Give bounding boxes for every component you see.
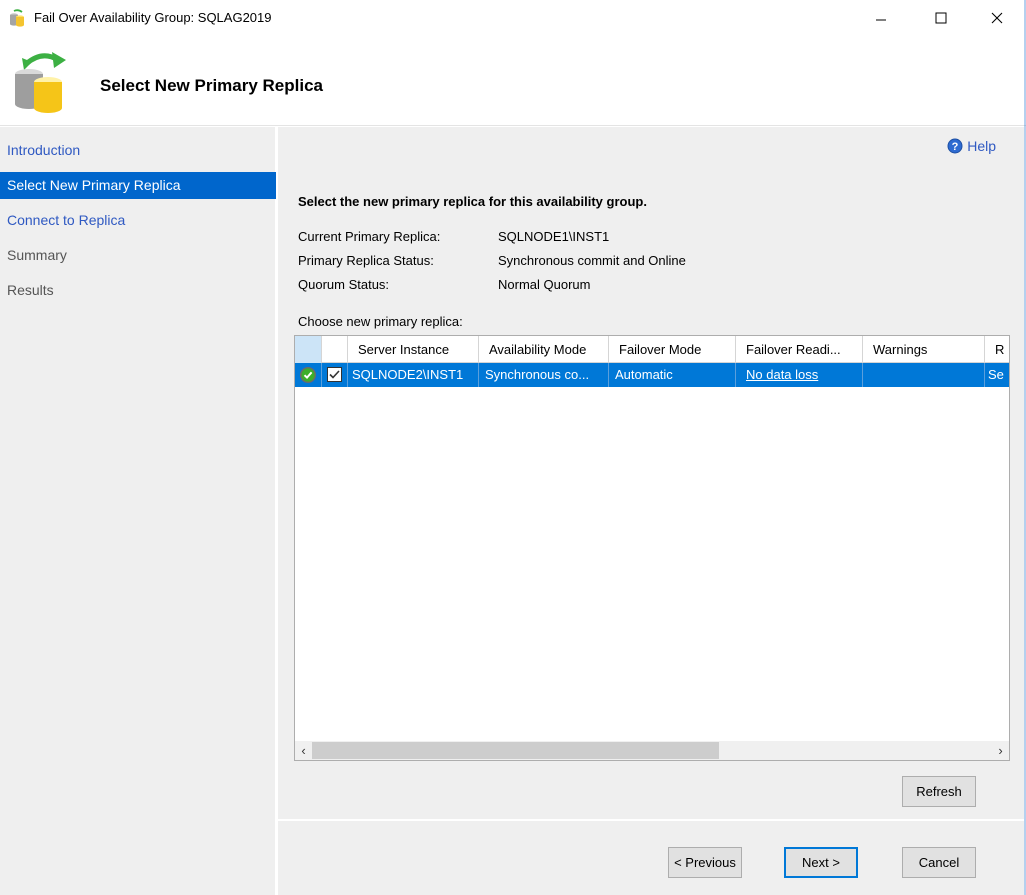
minimize-button[interactable] [858,0,904,36]
column-header-select[interactable] [322,336,348,363]
wizard-header: Select New Primary Replica [0,36,1026,126]
cell-r: Se [988,367,1004,382]
previous-button[interactable]: < Previous [668,847,742,878]
sidebar-item-select-new-primary-replica[interactable]: Select New Primary Replica [0,172,276,199]
help-link[interactable]: ? Help [947,138,996,154]
info-label: Quorum Status: [298,277,390,292]
cell-warnings [863,363,985,387]
refresh-button[interactable]: Refresh [902,776,976,807]
scroll-left-icon[interactable]: ‹ [295,741,312,760]
next-button[interactable]: Next > [784,847,858,878]
wizard-steps-sidebar: Introduction Select New Primary Replica … [0,127,276,895]
column-header-failover-readiness[interactable]: Failover Readi... [736,336,863,363]
wizard-footer: < Previous Next > Cancel [278,821,1024,895]
check-circle-icon [300,367,316,383]
grid-header: Server Instance Availability Mode Failov… [295,336,1009,363]
sidebar-item-introduction[interactable]: Introduction [0,137,276,164]
cell-failover-mode: Automatic [609,363,736,387]
info-value: Normal Quorum [498,277,591,292]
window-title: Fail Over Availability Group: SQLAG2019 [34,10,272,25]
cancel-button[interactable]: Cancel [902,847,976,878]
column-header-r[interactable]: R [985,336,1009,363]
page-title: Select New Primary Replica [100,76,324,95]
column-header-server-instance[interactable]: Server Instance [348,336,479,363]
choose-replica-label: Choose new primary replica: [298,314,463,329]
sidebar-item-connect-to-replica[interactable]: Connect to Replica [0,207,276,234]
column-header-warnings[interactable]: Warnings [863,336,985,363]
table-row[interactable]: SQLNODE2\INST1 Synchronous co... Automat… [295,363,1009,387]
sidebar-item-summary: Summary [7,247,67,263]
scroll-right-icon[interactable]: › [992,741,1009,760]
close-icon [991,12,1003,24]
help-icon: ? [947,138,963,154]
title-bar: Fail Over Availability Group: SQLAG2019 [0,0,1026,36]
scrollbar-thumb[interactable] [312,742,719,759]
maximize-icon [935,12,947,24]
column-header-status[interactable] [295,336,322,363]
availability-group-icon [8,9,26,27]
info-value: Synchronous commit and Online [498,253,686,268]
column-header-availability-mode[interactable]: Availability Mode [479,336,609,363]
help-label: Help [967,138,996,154]
column-header-failover-mode[interactable]: Failover Mode [609,336,736,363]
info-value: SQLNODE1\INST1 [498,229,610,244]
close-button[interactable] [974,0,1020,36]
replica-grid[interactable]: Server Instance Availability Mode Failov… [294,335,1010,761]
content-panel: ? Help Select the new primary replica fo… [278,127,1024,819]
row-select-cell[interactable] [322,363,348,387]
cell-server-instance: SQLNODE2\INST1 [348,363,479,387]
instruction-text: Select the new primary replica for this … [298,194,647,209]
cell-availability-mode: Synchronous co... [479,363,609,387]
sidebar-item-results: Results [7,282,54,298]
maximize-button[interactable] [918,0,964,36]
checkbox-checked-icon[interactable] [327,367,342,382]
row-status-cell [295,363,322,387]
info-label: Primary Replica Status: [298,253,434,268]
cell-failover-readiness-link[interactable]: No data loss [736,363,863,387]
svg-text:?: ? [952,141,959,153]
minimize-icon [876,19,886,21]
failover-database-icon [12,48,72,114]
horizontal-scrollbar[interactable]: ‹ › [295,741,1009,760]
info-label: Current Primary Replica: [298,229,441,244]
